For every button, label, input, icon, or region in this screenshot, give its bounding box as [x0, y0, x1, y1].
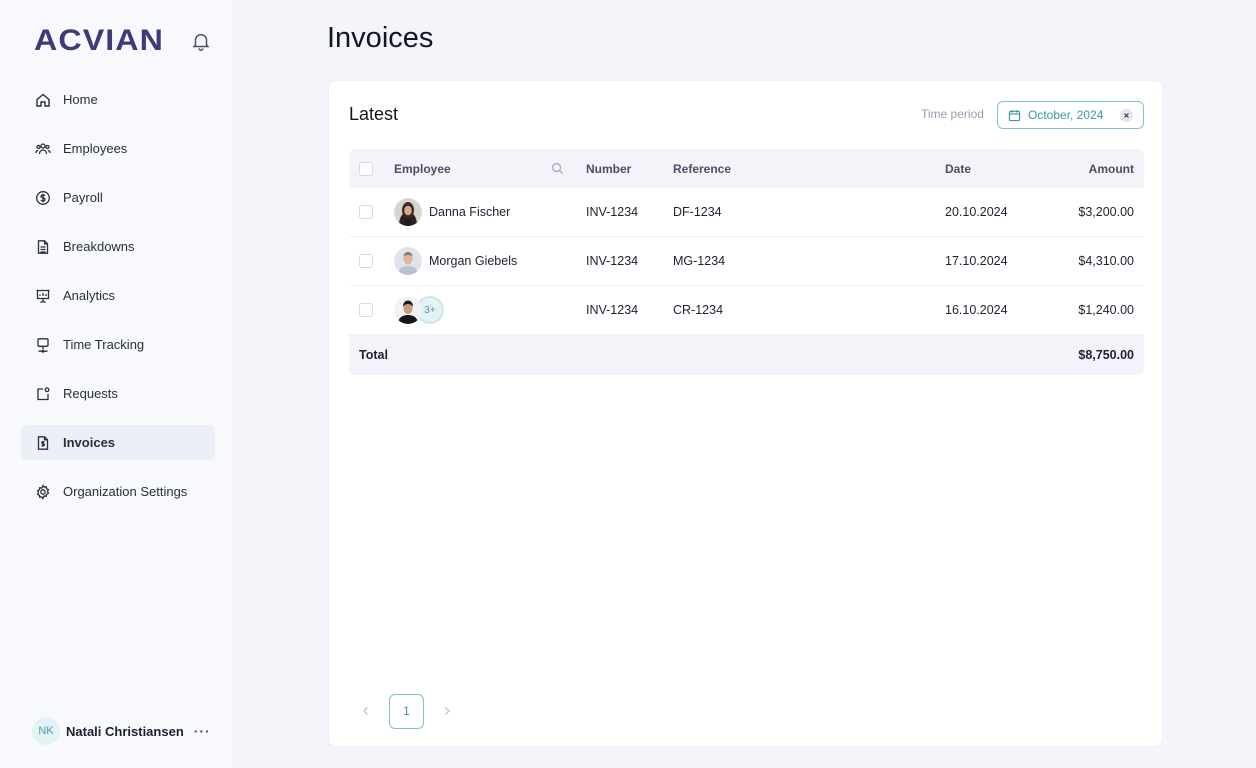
- invoice-reference: MG-1234: [673, 254, 726, 268]
- home-icon: [35, 92, 51, 108]
- avatar: [394, 247, 422, 275]
- time-period-filter[interactable]: October, 2024: [997, 101, 1144, 129]
- user-name: Natali Christiansen: [66, 723, 184, 739]
- avatar: [394, 296, 422, 324]
- avatar: NK: [32, 717, 60, 745]
- sidebar-item-payroll[interactable]: Payroll: [21, 180, 215, 215]
- row-checkbox[interactable]: [359, 303, 373, 317]
- table-row[interactable]: Danna Fischer INV-1234 DF-1234 20.10.202…: [349, 188, 1144, 237]
- table-header: Employee Number Reference Date Amount: [349, 149, 1144, 188]
- invoice-amount: $1,240.00: [1078, 303, 1134, 317]
- table-row[interactable]: Morgan Giebels INV-1234 MG-1234 17.10.20…: [349, 237, 1144, 286]
- employee-name: Danna Fischer: [429, 205, 511, 219]
- sidebar-item-home[interactable]: Home: [21, 82, 215, 117]
- invoice-date: 17.10.2024: [945, 254, 1008, 268]
- sidebar-item-label: Requests: [63, 386, 118, 401]
- sidebar-item-employees[interactable]: Employees: [21, 131, 215, 166]
- time-period-value: October, 2024: [1028, 108, 1104, 122]
- row-checkbox[interactable]: [359, 254, 373, 268]
- sidebar: ACVIAN Home Employees Payroll Breakdowns…: [0, 0, 234, 768]
- chevron-right-icon[interactable]: [440, 704, 454, 718]
- total-label: Total: [359, 348, 388, 362]
- clear-filter-icon[interactable]: [1120, 109, 1133, 122]
- employee-cell: Danna Fischer: [394, 188, 510, 236]
- sidebar-item-label: Organization Settings: [63, 484, 188, 499]
- employee-cell: 3+: [394, 286, 444, 334]
- row-checkbox[interactable]: [359, 205, 373, 219]
- presentation-chart-icon: [35, 288, 51, 304]
- sidebar-item-requests[interactable]: Requests: [21, 376, 215, 411]
- calendar-icon: [1008, 109, 1021, 121]
- select-all-cell: [359, 149, 373, 188]
- sidebar-item-label: Breakdowns: [63, 239, 135, 254]
- request-icon: [35, 386, 51, 402]
- card-title: Latest: [349, 104, 399, 124]
- sidebar-item-label: Home: [63, 92, 98, 107]
- search-icon[interactable]: [551, 162, 564, 175]
- row-select-cell: [359, 237, 373, 285]
- employee-cell: Morgan Giebels: [394, 237, 517, 285]
- avatar: [394, 198, 422, 226]
- total-value: $8,750.00: [1078, 348, 1134, 362]
- users-icon: [35, 141, 51, 157]
- table-total-row: Total $8,750.00: [349, 335, 1144, 375]
- user-profile[interactable]: NK Natali Christiansen ···: [32, 717, 212, 745]
- document-icon: [35, 239, 51, 255]
- more-options-icon[interactable]: ···: [194, 723, 211, 739]
- row-select-cell: [359, 188, 373, 236]
- dollar-circle-icon: [35, 190, 51, 206]
- sidebar-item-label: Payroll: [63, 190, 103, 205]
- bell-icon[interactable]: [190, 30, 212, 52]
- monitor-icon: [35, 337, 51, 353]
- invoice-number: INV-1234: [586, 205, 639, 219]
- sidebar-item-invoices[interactable]: Invoices: [21, 425, 215, 460]
- employee-name: Morgan Giebels: [429, 254, 518, 268]
- invoice-amount: $4,310.00: [1078, 254, 1134, 268]
- brand-logo[interactable]: ACVIAN: [34, 26, 166, 52]
- invoice-reference: CR-1234: [673, 303, 724, 317]
- invoice-number: INV-1234: [586, 254, 639, 268]
- page-title: Invoices: [327, 22, 434, 54]
- sidebar-item-analytics[interactable]: Analytics: [21, 278, 215, 313]
- invoice-reference: DF-1234: [673, 205, 722, 219]
- row-select-cell: [359, 286, 373, 334]
- chevron-left-icon[interactable]: [359, 704, 373, 718]
- invoice-date: 20.10.2024: [945, 205, 1008, 219]
- sidebar-item-breakdowns[interactable]: Breakdowns: [21, 229, 215, 264]
- page-button[interactable]: 1: [389, 693, 424, 729]
- sidebar-item-label: Time Tracking: [63, 337, 145, 352]
- table-row[interactable]: 3+ INV-1234 CR-1234 16.10.2024 $1,240.00: [349, 286, 1144, 335]
- logo-text: ACVIAN: [34, 26, 164, 52]
- invoice-amount: $3,200.00: [1078, 205, 1134, 219]
- sidebar-item-label: Employees: [63, 141, 128, 156]
- sidebar-nav: Home Employees Payroll Breakdowns Analyt…: [21, 82, 215, 523]
- select-all-checkbox[interactable]: [359, 161, 373, 176]
- logo-row: ACVIAN: [34, 26, 214, 56]
- sidebar-item-time-tracking[interactable]: Time Tracking: [21, 327, 215, 362]
- invoices-table: Employee Number Reference Date Amount Da…: [349, 149, 1144, 375]
- time-period-label: Time period: [921, 107, 984, 121]
- sidebar-item-label: Analytics: [63, 288, 116, 303]
- invoices-card: Latest Time period October, 2024 Employe…: [328, 80, 1163, 747]
- invoice-number: INV-1234: [586, 303, 639, 317]
- header-number[interactable]: Number: [586, 149, 631, 188]
- pagination: 1: [359, 693, 454, 729]
- header-reference[interactable]: Reference: [673, 149, 731, 188]
- invoice-date: 16.10.2024: [945, 303, 1008, 317]
- sidebar-item-label: Invoices: [63, 435, 116, 450]
- invoice-icon: [35, 435, 51, 451]
- header-amount[interactable]: Amount: [1089, 149, 1134, 188]
- employee-search-cell: [551, 149, 564, 188]
- gear-icon: [35, 483, 51, 500]
- sidebar-item-organization-settings[interactable]: Organization Settings: [21, 474, 215, 509]
- header-date[interactable]: Date: [945, 149, 971, 188]
- header-employee[interactable]: Employee: [394, 149, 451, 188]
